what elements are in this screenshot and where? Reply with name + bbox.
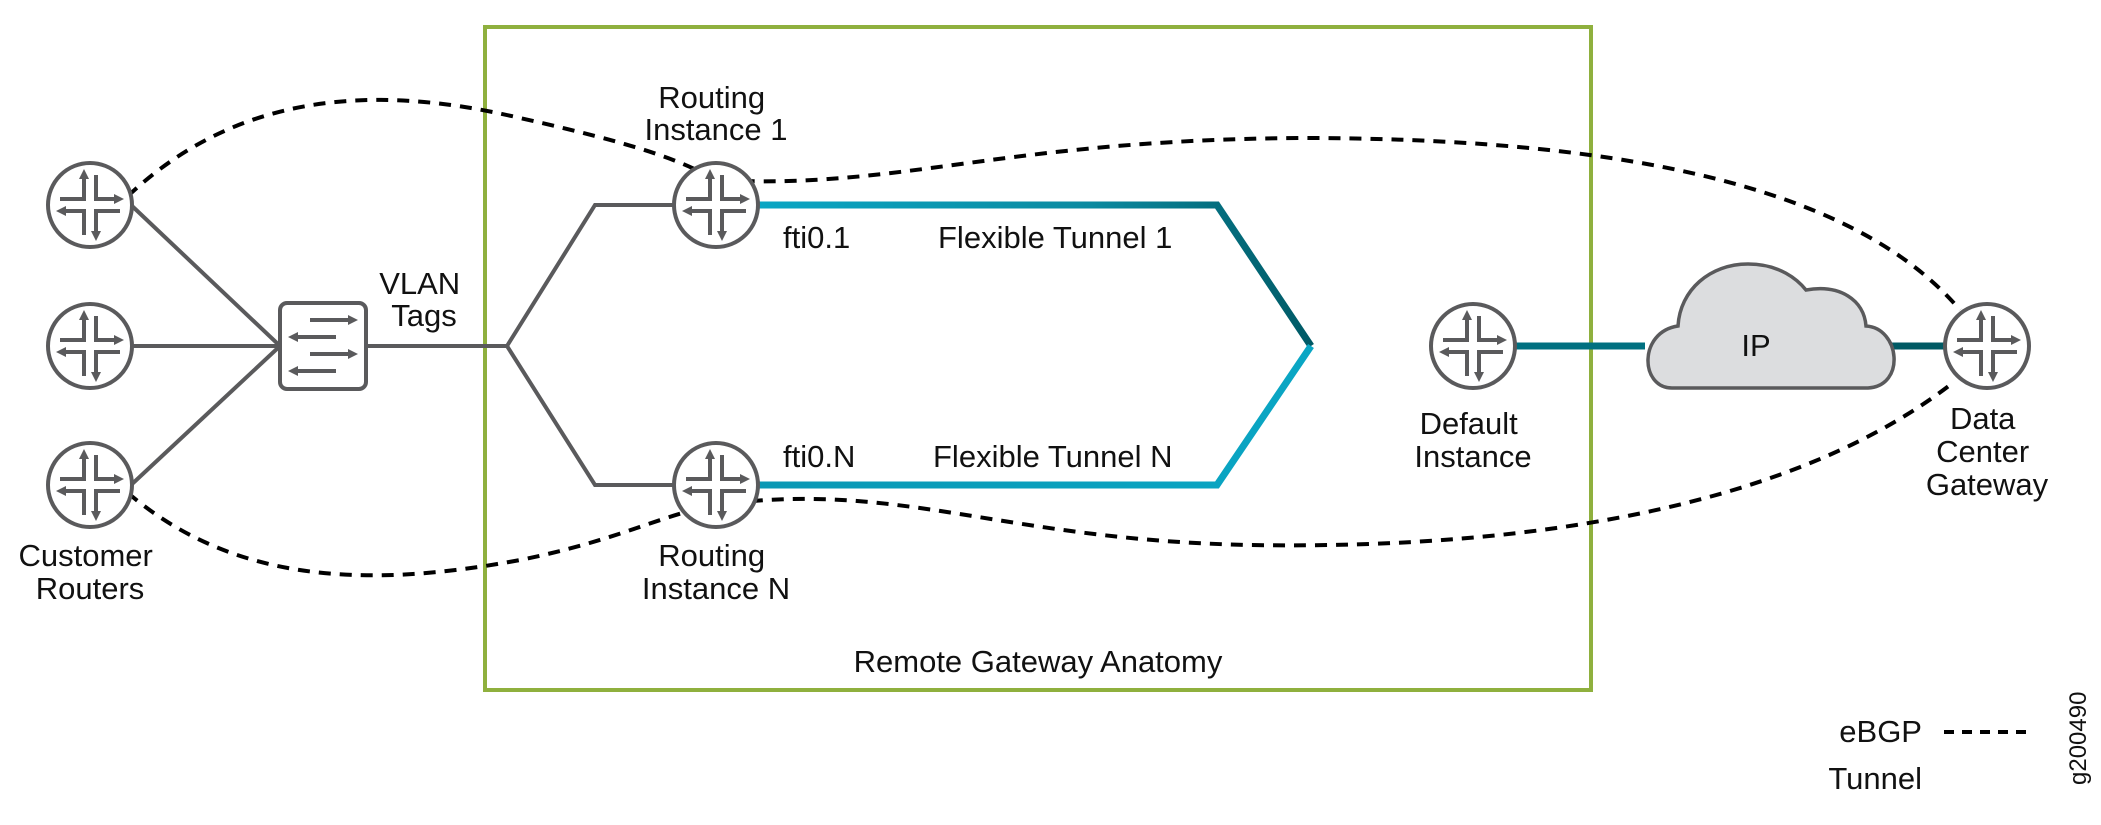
customer-router-icon xyxy=(46,441,134,529)
legend-ebgp-label: eBGP xyxy=(1839,714,1922,749)
ip-cloud-icon xyxy=(1646,262,1896,390)
legend: eBGP Tunnel xyxy=(1828,714,2030,796)
legend-tunnel-label: Tunnel xyxy=(1828,761,1922,796)
fti-1-label: fti0.1 xyxy=(783,220,850,255)
routing-instance-n-label: Routing Instance N xyxy=(642,538,790,606)
switch-icon xyxy=(278,301,368,391)
flexible-tunnel-1-label: Flexible Tunnel 1 xyxy=(938,220,1172,255)
customer-router-icon xyxy=(46,161,134,249)
data-center-gateway-label: Data Center Gateway xyxy=(1926,401,2049,502)
customer-router-icon xyxy=(46,302,134,390)
fti-n-label: fti0.N xyxy=(783,439,855,474)
customer-routers-label: Customer Routers xyxy=(19,538,162,606)
routing-instance-n-icon xyxy=(672,441,760,529)
data-center-gateway-icon xyxy=(1943,302,2031,390)
default-instance-icon xyxy=(1429,302,1517,390)
flexible-tunnel-n-label: Flexible Tunnel N xyxy=(933,439,1173,474)
remote-gateway-label: Remote Gateway Anatomy xyxy=(854,644,1223,679)
routing-instance-1-label: Routing Instance 1 xyxy=(644,80,787,147)
figure-id: g200490 xyxy=(2065,692,2092,785)
vlan-tags-label: VLAN Tags xyxy=(379,266,469,333)
routing-instance-1-icon xyxy=(672,161,760,249)
ebgp-session-bottom xyxy=(126,383,1952,578)
ip-cloud-label: IP xyxy=(1741,328,1770,363)
default-instance-label: Default Instance xyxy=(1414,406,1531,474)
access-links xyxy=(129,203,675,487)
remote-gateway-diagram: Remote Gateway Anatomy Customer Routers xyxy=(19,25,2092,796)
